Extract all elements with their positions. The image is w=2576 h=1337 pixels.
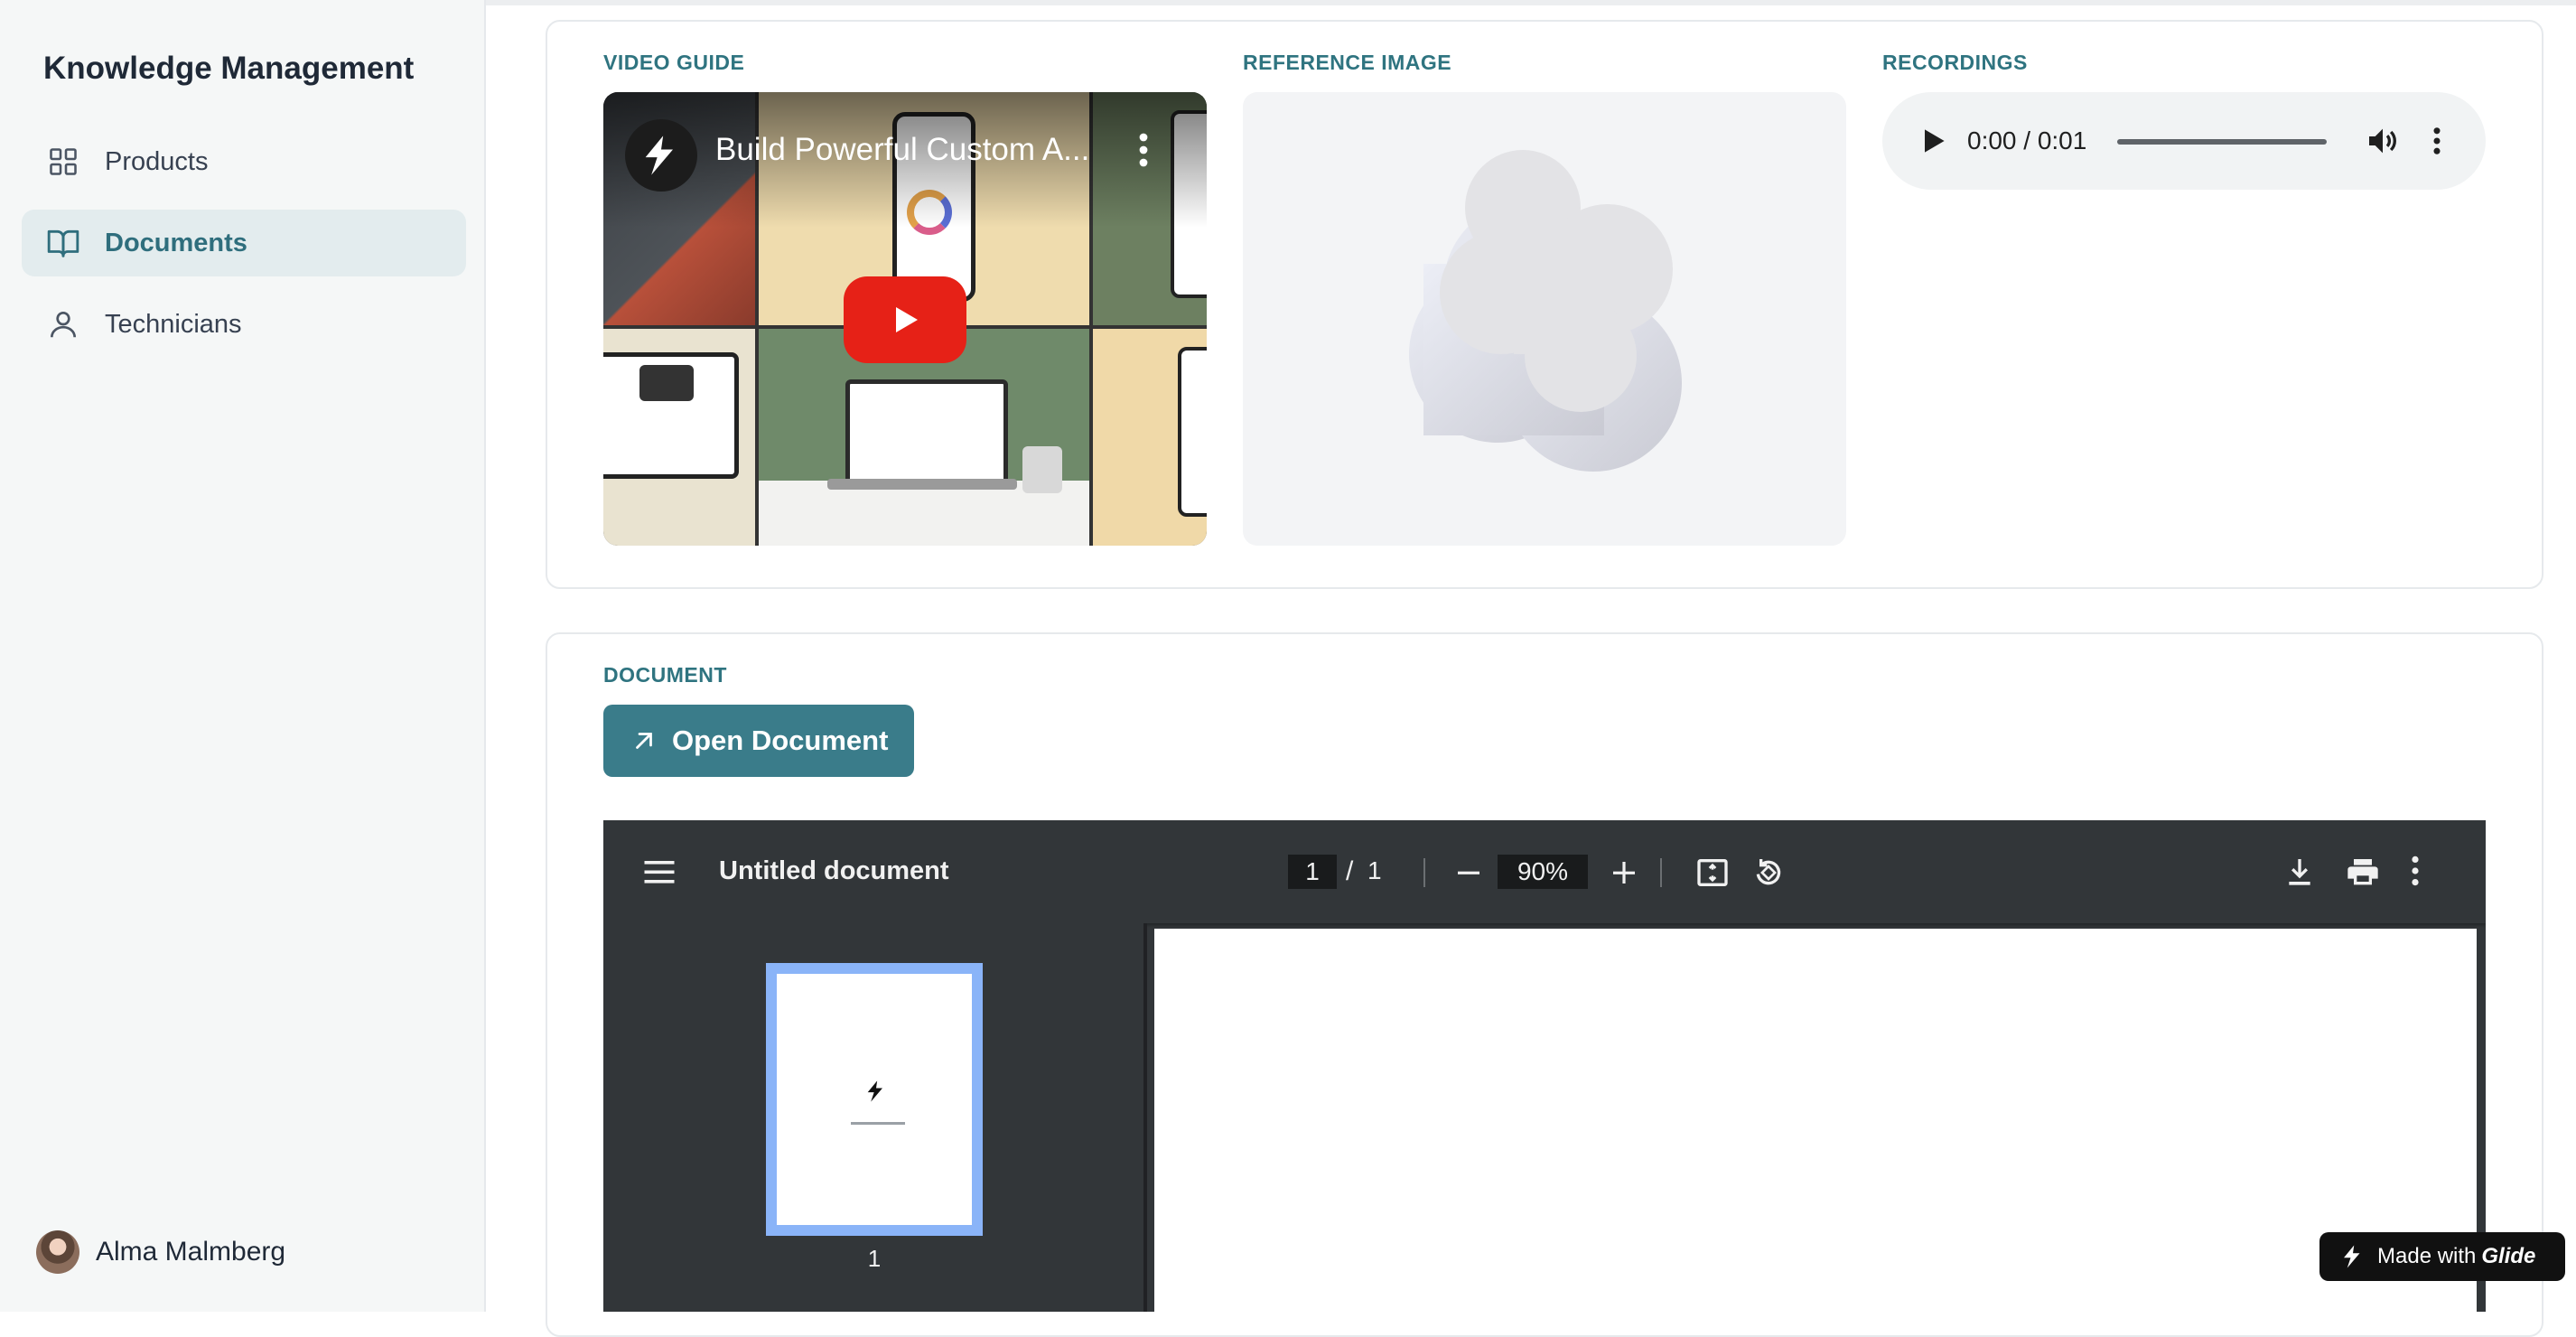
reference-image[interactable] [1243,92,1846,546]
volume-icon[interactable] [2365,123,2401,164]
play-icon[interactable] [1917,125,1949,162]
video-guide-label: VIDEO GUIDE [603,51,745,74]
made-with-glide-badge[interactable]: Made with Glide [2319,1232,2565,1281]
video-play-button[interactable] [844,276,966,363]
video-player[interactable]: Build Powerful Custom A... [603,92,1207,546]
fit-to-page-icon[interactable] [1694,855,1731,895]
pdf-toolbar: Untitled document 1 / 1 90% [603,820,2486,923]
page-thumbnail[interactable] [766,963,983,1236]
arrow-up-right-icon [630,727,658,754]
download-icon[interactable] [2282,855,2318,895]
document-label: DOCUMENT [603,663,727,687]
sidebar-item-products[interactable]: Products [22,128,466,195]
user-name: Alma Malmberg [96,1237,286,1267]
toolbar-divider [1660,858,1662,887]
avatar [36,1230,79,1274]
print-icon[interactable] [2345,855,2381,895]
person-icon [43,304,83,344]
video-thumbnail-tile [603,329,755,546]
recordings-label: RECORDINGS [1882,51,2028,74]
video-thumbnail-tile [1093,329,1207,546]
app-title: Knowledge Management [43,51,415,86]
total-pages: 1 [1367,856,1382,884]
glide-logo-icon [645,136,673,175]
thumbnail-page-number: 1 [867,1245,882,1272]
channel-avatar[interactable] [625,119,697,192]
toolbar-divider [1423,858,1425,887]
thumbnail-caption-line [851,1122,905,1125]
sidebar: Knowledge Management Products Documents … [0,0,486,1312]
zoom-out-icon[interactable] [1454,858,1483,892]
open-document-label: Open Document [672,725,889,756]
menu-icon[interactable] [643,858,676,890]
more-vertical-icon[interactable] [2431,126,2442,160]
glide-logo-icon [867,1080,882,1102]
badge-brand: Glide [2481,1244,2536,1268]
grid-icon [43,142,83,182]
audio-time: 0:00 / 0:01 [1967,126,2087,154]
pdf-page-canvas[interactable] [1154,929,2477,1312]
sidebar-item-technicians[interactable]: Technicians [22,291,466,358]
rotate-icon[interactable] [1750,855,1787,895]
more-vertical-icon[interactable] [2410,855,2421,892]
zoom-in-icon[interactable] [1610,858,1638,892]
placeholder-3d-shape [1409,150,1682,472]
more-vertical-icon[interactable] [1138,132,1149,173]
zoom-level-input[interactable]: 90% [1498,855,1588,889]
badge-prefix: Made with [2377,1244,2477,1268]
user-profile[interactable]: Alma Malmberg [36,1230,285,1274]
audio-player[interactable]: 0:00 / 0:01 [1882,92,2486,190]
open-document-button[interactable]: Open Document [603,705,914,777]
play-icon [896,307,918,332]
sidebar-item-label: Technicians [105,309,242,339]
page-number-input[interactable]: 1 [1288,855,1337,889]
pdf-thumbnail-pane: 1 [603,923,1147,1312]
audio-progress-slider[interactable] [2117,139,2327,145]
glide-logo-icon [2339,1243,2366,1270]
sidebar-item-documents[interactable]: Documents [22,210,466,276]
video-title[interactable]: Build Powerful Custom A... [715,132,1104,168]
sidebar-item-label: Products [105,146,209,176]
page-separator: / [1346,856,1354,886]
reference-image-label: REFERENCE IMAGE [1243,51,1452,74]
sidebar-item-label: Documents [105,228,247,257]
pdf-viewer: Untitled document 1 / 1 90% 1 [603,820,2486,1312]
book-icon [43,223,83,263]
pdf-document-title: Untitled document [719,856,949,885]
